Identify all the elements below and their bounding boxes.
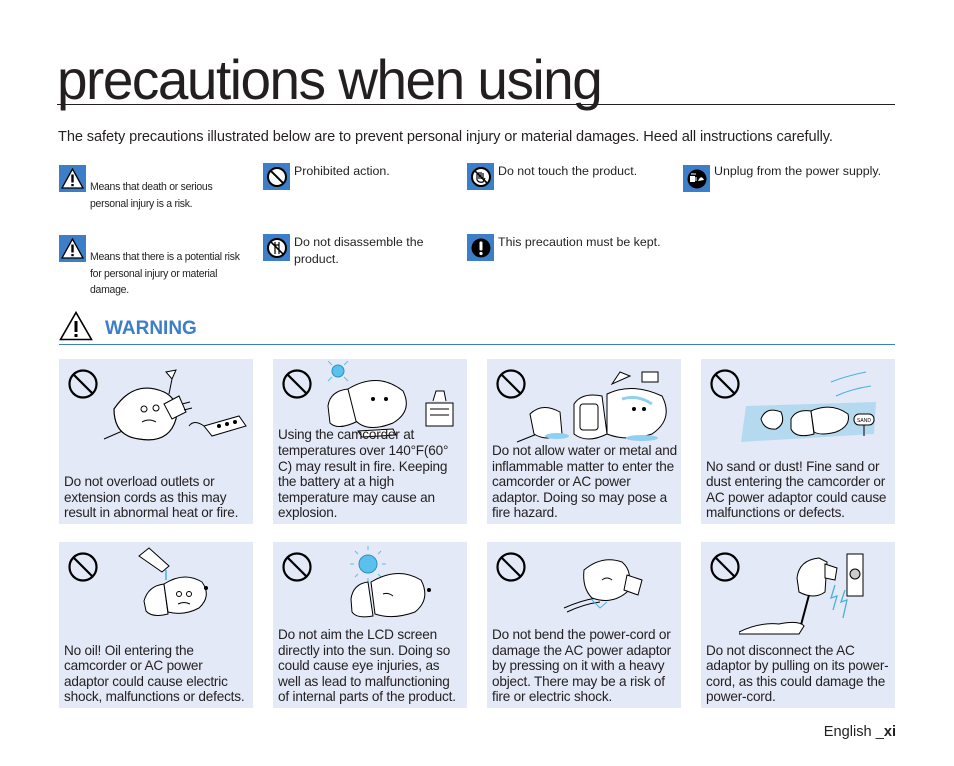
prohibited-icon <box>263 163 290 190</box>
warning-label: WARNING <box>105 317 197 339</box>
sand-camcorder-illustration: SAND <box>741 371 876 442</box>
legend-text: This precaution must be kept. <box>498 235 661 249</box>
legend-item-prohibited: Prohibited action. <box>263 163 444 190</box>
caution-triangle-icon <box>59 235 86 262</box>
oil-camcorder-illustration <box>138 547 208 616</box>
sun-lcd-illustration <box>350 546 431 618</box>
must-keep-icon <box>467 234 494 261</box>
card-text: Do not allow water or metal and inflamma… <box>492 443 677 521</box>
legend-text: Unplug from the power supply. <box>714 164 882 178</box>
warning-triangle-icon <box>59 310 93 346</box>
card-text: Do not bend the power-cord or damage the… <box>492 627 671 705</box>
overloaded-outlet-illustration <box>103 369 247 441</box>
sand-sign-text: SAND <box>857 418 871 424</box>
bent-cord-illustration <box>563 559 643 613</box>
prohibited-icon <box>710 552 740 582</box>
card-text: No oil! Oil entering the camcorder or AC… <box>64 642 245 705</box>
legend-text: Prohibited action. <box>294 164 390 178</box>
warning-card: No oil! Oil entering the camcorder or AC… <box>59 542 253 708</box>
card-text: Do not aim the LCD screen directly into … <box>278 627 456 705</box>
warning-card: Do not disconnect the AC adaptor by pull… <box>701 542 895 708</box>
pull-cord-illustration <box>739 553 864 635</box>
warning-divider <box>59 344 895 345</box>
legend-item-must-keep: This precaution must be kept. <box>467 234 688 261</box>
warning-card: Using the camcorder at temperatures over… <box>273 359 467 524</box>
card-text: Using the camcorder at temperatures over… <box>278 427 449 521</box>
card-text: Do not overload outlets or extension cor… <box>64 474 239 521</box>
do-not-touch-icon <box>467 163 494 190</box>
unplug-icon <box>683 165 710 192</box>
intro-text: The safety precautions illustrated below… <box>58 129 833 145</box>
legend-item-do-not-disassemble: Do not disassemble the product. <box>263 234 444 267</box>
legend-text: Do not disassemble the product. <box>294 235 424 266</box>
prohibited-icon <box>282 552 312 582</box>
card-text: No sand or dust! Fine sand or dust enter… <box>706 458 887 521</box>
prohibited-icon <box>282 369 312 399</box>
warning-card: Do not aim the LCD screen directly into … <box>273 542 467 708</box>
warning-heading: WARNING <box>59 310 197 346</box>
do-not-disassemble-icon <box>263 234 290 261</box>
warning-card: Do not bend the power-cord or damage the… <box>487 542 681 708</box>
page-number: xi <box>883 724 896 740</box>
page-title: precautions when using <box>57 48 603 111</box>
legend-item-caution: Means that there is a potential risk for… <box>59 235 260 299</box>
card-text: Do not disconnect the AC adaptor by pull… <box>706 642 889 705</box>
footer-language: English _ <box>823 724 884 740</box>
legend-text: Means that there is a potential risk for… <box>90 251 240 296</box>
prohibited-icon <box>68 552 98 582</box>
warning-card: Do not allow water or metal and inflamma… <box>487 359 681 524</box>
warning-card: SAND No sand or dust! Fine sand or dust … <box>701 359 895 524</box>
warning-card: Do not overload outlets or extension cor… <box>59 359 253 524</box>
legend-item-unplug: Unplug from the power supply. <box>683 163 894 192</box>
legend-item-do-not-touch: Do not touch the product. <box>467 163 678 190</box>
legend-item-warning: Means that death or serious personal inj… <box>59 165 260 212</box>
warning-triangle-icon <box>59 165 86 192</box>
prohibited-icon <box>496 552 526 582</box>
water-camcorder-illustration <box>516 371 667 443</box>
title-divider <box>57 104 895 105</box>
page-footer: English _xi <box>824 724 896 740</box>
legend-text: Do not touch the product. <box>498 164 638 178</box>
legend-text: Means that death or serious personal inj… <box>90 181 213 210</box>
